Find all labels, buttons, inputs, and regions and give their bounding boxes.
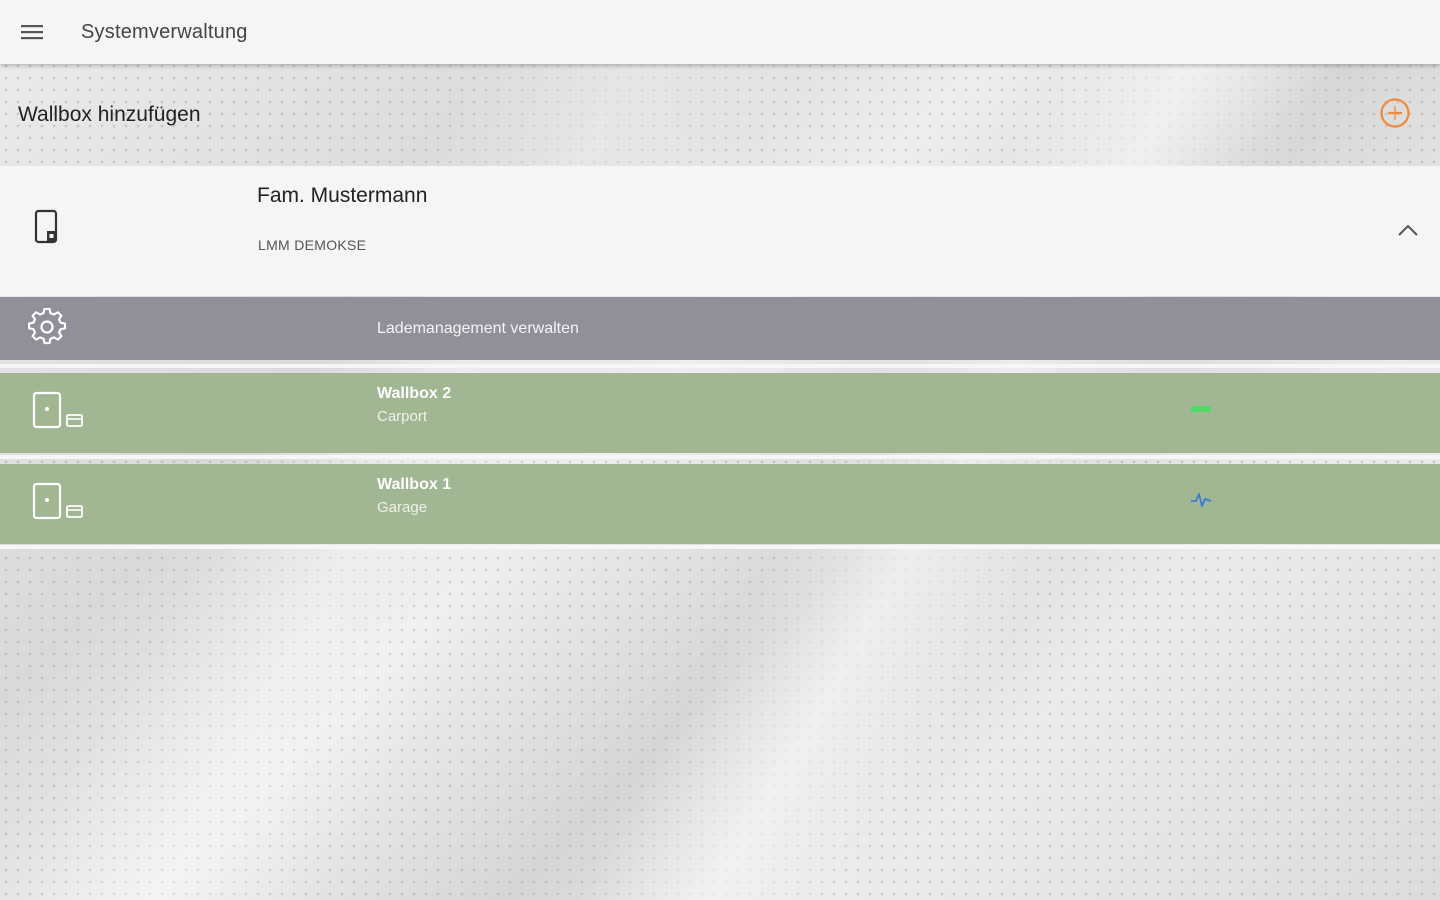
group-name: Fam. Mustermann <box>257 184 428 207</box>
add-wallbox-row: Wallbox hinzufügen <box>0 64 1440 166</box>
add-wallbox-label: Wallbox hinzufügen <box>18 103 201 126</box>
group-subtitle: LMM DEMOKSE <box>258 237 367 253</box>
wallbox-device-icon <box>34 209 58 244</box>
divider <box>0 364 1440 368</box>
manage-charging-row[interactable]: Lademanagement verwalten <box>0 297 1440 360</box>
gear-icon <box>28 308 66 345</box>
manage-charging-label: Lademanagement verwalten <box>377 320 579 337</box>
add-circle-icon <box>1380 98 1410 128</box>
app-title: Systemverwaltung <box>81 20 248 43</box>
hamburger-menu-icon <box>21 25 43 40</box>
collapse-button[interactable] <box>1394 216 1422 244</box>
chevron-up-icon <box>1398 224 1418 236</box>
divider <box>0 545 1440 549</box>
wallbox-location: Carport <box>377 408 428 425</box>
add-wallbox-button[interactable] <box>1378 96 1412 130</box>
wallbox-row-1[interactable]: Wallbox 1 Garage <box>0 464 1440 544</box>
menu-button[interactable] <box>0 0 64 64</box>
wallbox-with-card-icon <box>32 391 83 429</box>
group-card[interactable]: Fam. Mustermann LMM DEMOKSE <box>0 166 1440 296</box>
activity-pulse-icon <box>1191 493 1212 507</box>
wallbox-name: Wallbox 2 <box>377 385 452 402</box>
wallbox-with-card-icon <box>32 482 83 520</box>
wallbox-row-2[interactable]: Wallbox 2 Carport <box>0 373 1440 453</box>
wallbox-location: Garage <box>377 499 428 516</box>
connected-plug-icon <box>1191 406 1211 412</box>
divider <box>0 455 1440 459</box>
app-bar: Systemverwaltung <box>0 0 1440 64</box>
wallbox-name: Wallbox 1 <box>377 476 452 493</box>
